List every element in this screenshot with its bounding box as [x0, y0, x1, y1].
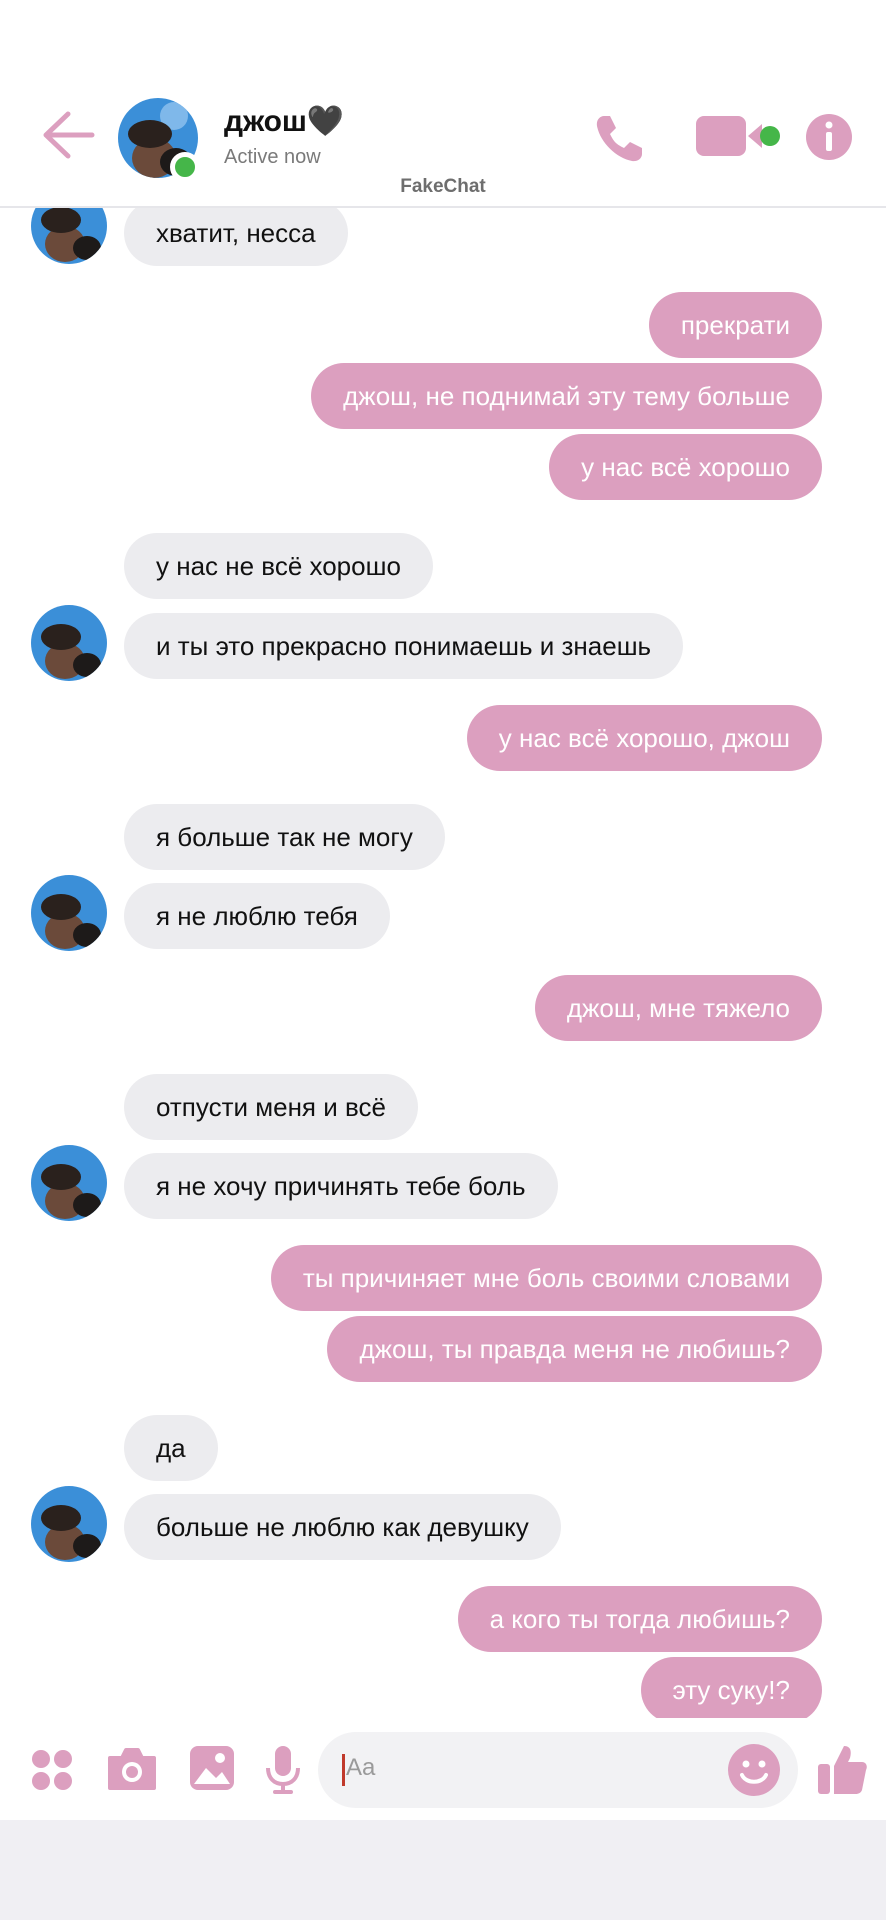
message-bubble-incoming[interactable]: я больше так не могу — [124, 804, 445, 870]
avatar — [31, 208, 107, 264]
avatar — [31, 1486, 107, 1562]
emoji-icon[interactable] — [726, 1742, 782, 1798]
gallery-icon[interactable] — [188, 1744, 236, 1792]
message-bubble-incoming[interactable]: и ты это прекрасно понимаешь и знаешь — [124, 613, 684, 679]
text-cursor — [342, 1754, 345, 1786]
message-bubble-incoming[interactable]: я не хочу причинять тебе боль — [124, 1153, 558, 1219]
message-input[interactable]: Aa — [318, 1732, 798, 1808]
message-bubble-incoming[interactable]: хватит, несса — [124, 208, 348, 266]
message-bubble-incoming[interactable]: больше не люблю как девушку — [124, 1494, 561, 1560]
video-online-indicator — [760, 126, 780, 146]
contact-status: Active now — [224, 146, 321, 168]
message-composer: Aa — [0, 1718, 886, 1820]
message-bubble-outgoing[interactable]: а кого ты тогда любишь? — [457, 1586, 822, 1652]
message-bubble-incoming[interactable]: отпусти меня и всё — [124, 1074, 418, 1140]
phone-icon[interactable] — [592, 110, 648, 166]
message-bubble-outgoing[interactable]: эту суку!? — [640, 1657, 822, 1718]
back-arrow-icon[interactable] — [40, 110, 96, 160]
avatar — [31, 875, 107, 951]
message-bubble-outgoing[interactable]: ты причиняет мне боль своими словами — [270, 1245, 822, 1311]
message-bubble-incoming[interactable]: да — [124, 1415, 218, 1481]
message-bubble-outgoing[interactable]: джош, мне тяжело — [534, 975, 822, 1041]
system-navigation-area — [0, 1820, 886, 1920]
avatar — [31, 605, 107, 681]
chat-header: джош🖤 Active now FakeChat — [0, 0, 886, 208]
message-bubble-outgoing[interactable]: джош, не поднимай эту тему больше — [311, 363, 822, 429]
thumbs-up-icon[interactable] — [816, 1742, 868, 1796]
message-input-placeholder: Aa — [346, 1754, 376, 1781]
apps-grid-icon[interactable] — [30, 1748, 74, 1792]
message-bubble-incoming[interactable]: у нас не всё хорошо — [124, 533, 433, 599]
message-bubble-outgoing[interactable]: у нас всё хорошо, джош — [466, 705, 822, 771]
message-thread[interactable]: хватит, несса прекрати джош, не поднимай… — [0, 208, 886, 1718]
contact-name[interactable]: джош🖤 — [224, 104, 344, 139]
microphone-icon[interactable] — [264, 1744, 302, 1796]
message-bubble-outgoing[interactable]: джош, ты правда меня не любишь? — [327, 1316, 822, 1382]
message-bubble-outgoing[interactable]: прекрати — [648, 292, 822, 358]
camera-icon[interactable] — [106, 1746, 158, 1792]
brand-label: FakeChat — [400, 176, 486, 197]
message-bubble-outgoing[interactable]: у нас всё хорошо — [549, 434, 822, 500]
info-icon[interactable] — [804, 112, 854, 162]
message-bubble-incoming[interactable]: я не люблю тебя — [124, 883, 390, 949]
avatar — [31, 1145, 107, 1221]
